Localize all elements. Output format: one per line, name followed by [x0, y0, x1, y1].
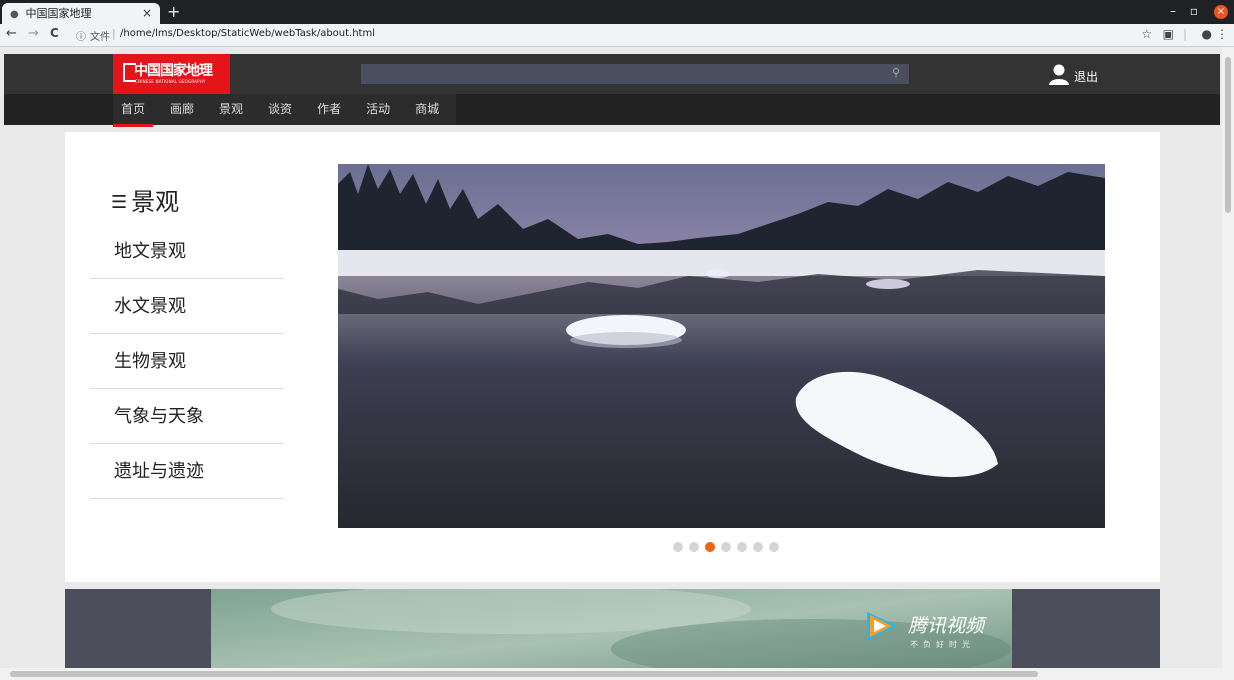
forward-icon[interactable]: → [28, 26, 39, 41]
search-icon[interactable]: ⚲ [892, 66, 900, 79]
reload-icon[interactable]: C [50, 26, 59, 40]
maximize-icon[interactable]: ▫ [1190, 4, 1198, 18]
star-icon[interactable]: ☆ [1141, 27, 1152, 41]
carousel-dot[interactable] [753, 542, 763, 552]
menu-dots-icon[interactable]: ⋮ [1216, 27, 1228, 41]
horizontal-scrollbar[interactable] [0, 668, 1234, 680]
back-icon[interactable]: ← [6, 26, 17, 41]
nav-item-talk[interactable]: 谈资 [260, 94, 300, 125]
user-avatar-icon[interactable] [1048, 63, 1070, 85]
toolbar-divider: | [1183, 27, 1188, 41]
carousel-dot[interactable] [689, 542, 699, 552]
vertical-scroll-thumb[interactable] [1225, 57, 1231, 213]
browser-tab[interactable]: ● 中国国家地理 × [2, 3, 160, 24]
list-menu-icon: ☰ [111, 192, 128, 213]
url-field[interactable]: /home/lms/Desktop/StaticWeb/webTask/abou… [120, 28, 375, 39]
category-title: 景观 [131, 188, 180, 216]
category-heading: ☰ 景观 [111, 182, 179, 217]
site-nav: 首页 画廊 景观 谈资 作者 活动 商城 [4, 94, 1220, 127]
site-logo[interactable]: 中国国家地理 CHINESE NATIONAL GEOGRAPHY [113, 54, 230, 94]
window-close-icon[interactable]: × [1214, 5, 1228, 19]
search-input[interactable] [361, 64, 909, 84]
video-slogan: 不负好时光 [910, 640, 975, 649]
category-item[interactable]: 水文景观 [90, 279, 284, 334]
horizontal-scroll-thumb[interactable] [10, 671, 1038, 677]
carousel-dot[interactable] [721, 542, 731, 552]
category-list: 地文景观 水文景观 生物景观 气象与天象 遗址与遗迹 [90, 224, 284, 499]
logo-subtext: CHINESE NATIONAL GEOGRAPHY [135, 79, 206, 84]
vertical-scrollbar[interactable] [1222, 47, 1234, 668]
profile-icon[interactable]: ● [1202, 27, 1212, 41]
tab-title: 中国国家地理 [25, 7, 92, 20]
address-separator: | [112, 27, 116, 40]
nav-item-home[interactable]: 首页 [113, 94, 154, 127]
file-label: 文件 [90, 32, 110, 43]
carousel-image[interactable] [338, 164, 1105, 528]
logo-text: 中国国家地理 [134, 63, 213, 79]
category-item[interactable]: 地文景观 [90, 224, 284, 279]
nav-item-landscape[interactable]: 景观 [211, 94, 251, 125]
nav-item-gallery[interactable]: 画廊 [162, 94, 202, 125]
nav-item-events[interactable]: 活动 [358, 94, 398, 125]
category-item[interactable]: 气象与天象 [90, 389, 284, 444]
info-icon[interactable]: ⓘ [76, 28, 86, 43]
tab-close-icon[interactable]: × [142, 3, 152, 24]
video-player[interactable]: 腾讯视频 不负好时光 [211, 584, 1012, 668]
new-tab-button[interactable]: + [167, 2, 180, 22]
minimize-icon[interactable]: – [1170, 4, 1176, 18]
content-card: ☰ 景观 地文景观 水文景观 生物景观 气象与天象 遗址与遗迹 [65, 132, 1160, 582]
carousel-dot[interactable] [769, 542, 779, 552]
logout-link[interactable]: 退出 [1074, 68, 1098, 85]
browser-tabbar: ● 中国国家地理 × + – ▫ × [0, 0, 1234, 24]
winter-river-photo [338, 164, 1105, 528]
tencent-video-logo-icon [867, 612, 897, 640]
category-item[interactable]: 生物景观 [90, 334, 284, 389]
carousel-dot-active[interactable] [705, 542, 715, 552]
carousel-indicators [673, 542, 785, 552]
nav-item-authors[interactable]: 作者 [309, 94, 349, 125]
extension-icon[interactable]: ▣ [1163, 27, 1174, 41]
carousel-dot[interactable] [673, 542, 683, 552]
category-item[interactable]: 遗址与遗迹 [90, 444, 284, 499]
video-brand-name: 腾讯视频 [908, 615, 985, 637]
video-banner: 腾讯视频 不负好时光 [65, 584, 1160, 668]
carousel-dot[interactable] [737, 542, 747, 552]
nav-item-shop[interactable]: 商城 [407, 94, 447, 125]
site-header: 中国国家地理 CHINESE NATIONAL GEOGRAPHY ⚲ 退出 [4, 54, 1220, 94]
globe-icon: ● [10, 9, 19, 20]
page-viewport: 中国国家地理 CHINESE NATIONAL GEOGRAPHY ⚲ 退出 首… [0, 47, 1222, 668]
address-bar: ← → C ⓘ 文件 | /home/lms/Desktop/StaticWeb… [0, 24, 1234, 47]
